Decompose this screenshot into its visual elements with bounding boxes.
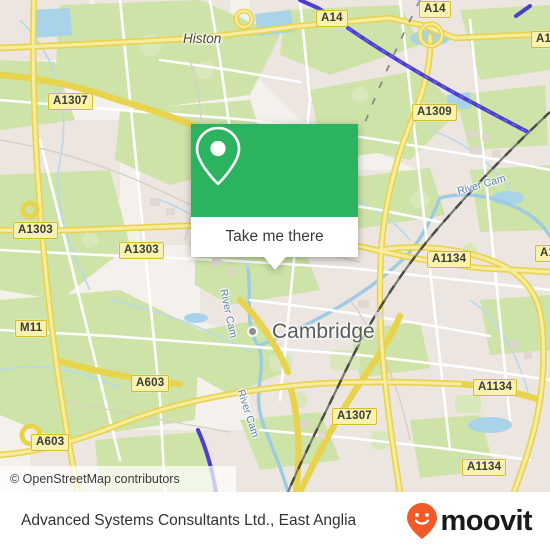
map-canvas[interactable]: Histon Cambridge River Cam River Cam Riv… xyxy=(0,0,550,492)
osm-attribution-text: © OpenStreetMap contributors xyxy=(10,472,180,486)
popup-pointer-tail xyxy=(263,257,286,270)
map-pin-icon xyxy=(195,126,241,186)
popup-action-row[interactable]: Take me there xyxy=(191,217,358,257)
road-shield-a14-3: A14 xyxy=(531,31,550,48)
road-shield-a1309: A1309 xyxy=(412,104,457,121)
road-shield-a1303-1: A1303 xyxy=(13,222,58,239)
city-marker-dot xyxy=(249,328,256,335)
place-label-cambridge: Cambridge xyxy=(272,320,375,343)
footer-bar: Advanced Systems Consultants Ltd., East … xyxy=(0,492,550,550)
road-shield-a1134-2: A1134 xyxy=(535,245,550,262)
moovit-pin-smiley-icon xyxy=(406,503,437,539)
place-label-histon: Histon xyxy=(183,31,222,46)
location-caption: Advanced Systems Consultants Ltd., East … xyxy=(21,512,357,529)
road-shield-a1307-1: A1307 xyxy=(48,93,93,110)
road-shield-a603-1: A603 xyxy=(131,375,170,392)
road-shield-a1134-3: A1134 xyxy=(473,379,518,396)
location-popup-card[interactable]: Take me there xyxy=(191,124,358,270)
road-shield-a1307-2: A1307 xyxy=(332,408,377,425)
road-shield-a1134-4: A1134 xyxy=(462,459,507,476)
popup-header xyxy=(191,124,358,217)
road-shield-m11: M11 xyxy=(15,320,48,337)
road-shield-a14-1: A14 xyxy=(316,10,348,27)
map-attribution-bar: © OpenStreetMap contributors xyxy=(0,466,236,492)
road-shield-a1303-2: A1303 xyxy=(119,242,164,259)
road-shield-a14-2: A14 xyxy=(419,1,451,18)
moovit-brand-logo: moovit xyxy=(406,502,550,540)
moovit-map-screenshot: Histon Cambridge River Cam River Cam Riv… xyxy=(0,0,550,550)
take-me-there-label: Take me there xyxy=(225,228,324,245)
road-shield-a603-2: A603 xyxy=(31,434,70,451)
road-shield-a1134-1: A1134 xyxy=(427,251,472,268)
moovit-wordmark: moovit xyxy=(440,504,533,537)
